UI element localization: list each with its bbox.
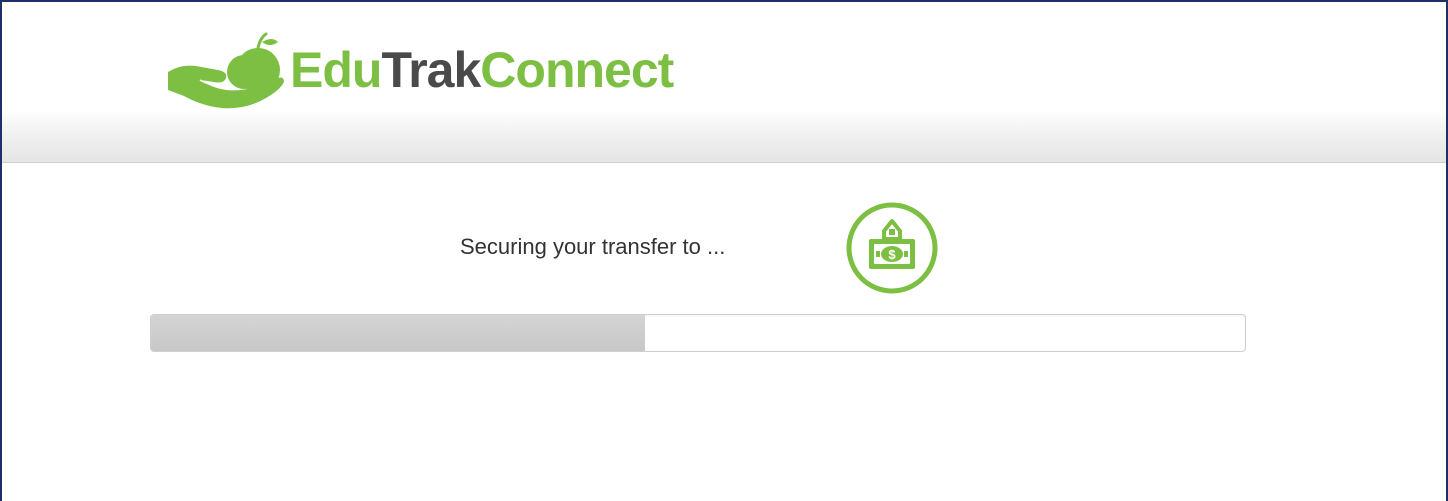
page-frame: EduTrakConnect Securing your transfer to… <box>0 0 1448 501</box>
svg-text:$: $ <box>888 247 896 262</box>
brand-trak: Trak <box>381 42 481 98</box>
bank-money-icon: $ <box>846 202 938 294</box>
header-bar: EduTrakConnect <box>2 2 1446 163</box>
hand-apple-logo-icon <box>168 32 284 109</box>
brand-name: EduTrakConnect <box>290 40 674 100</box>
transfer-status-text: Securing your transfer to ... <box>460 234 726 259</box>
transfer-progress-bar <box>150 314 1246 352</box>
progress-bar-fill <box>151 315 646 351</box>
edutrak-logo: EduTrakConnect <box>166 28 706 120</box>
brand-edu: Edu <box>290 42 382 98</box>
brand-connect: Connect <box>480 42 674 98</box>
